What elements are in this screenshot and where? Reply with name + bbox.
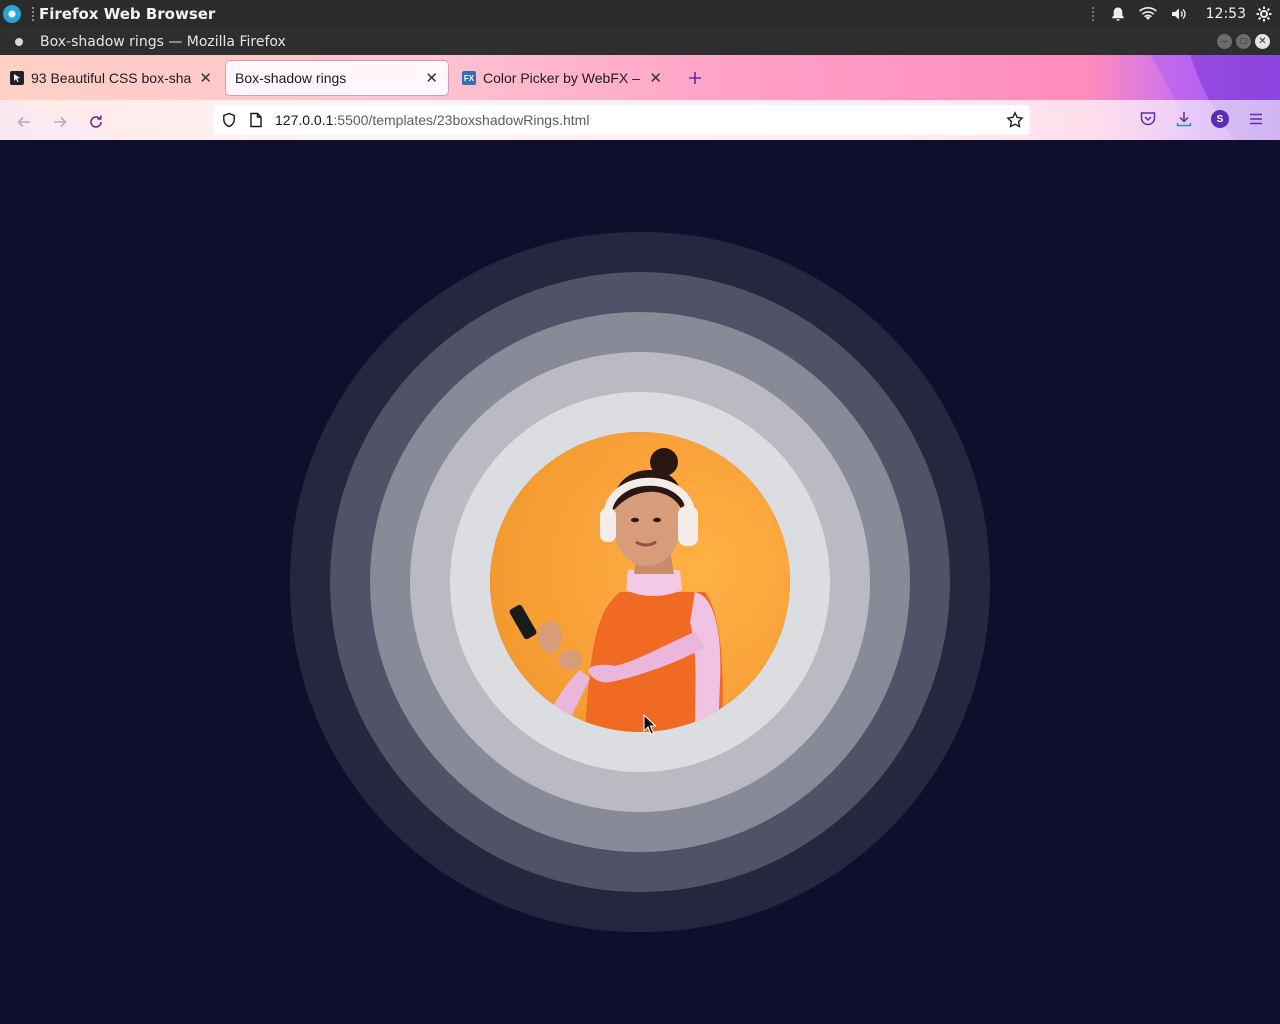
clock[interactable]: 12:53 — [1206, 6, 1246, 22]
forward-button[interactable] — [48, 110, 72, 134]
window-menu-dot[interactable] — [15, 37, 23, 46]
reload-button[interactable] — [84, 110, 108, 134]
tab-label: 93 Beautiful CSS box-sha — [31, 70, 192, 86]
tab-css-box-shadow[interactable]: 93 Beautiful CSS box-sha ✕ — [0, 61, 218, 95]
account-avatar[interactable]: S — [1211, 110, 1229, 128]
pocket-icon[interactable] — [1139, 110, 1157, 128]
settings-icon[interactable] — [1256, 6, 1272, 22]
tab-box-shadow-rings[interactable]: Box-shadow rings ✕ — [226, 61, 448, 95]
hamburger-menu-icon[interactable] — [1248, 111, 1264, 127]
cursor-favicon-icon — [10, 71, 24, 85]
tab-close-icon[interactable]: ✕ — [649, 69, 662, 87]
tab-label: Box-shadow rings — [235, 70, 347, 86]
url-host: 127.0.0.1 — [275, 112, 334, 128]
system-tray: 12:53 — [1080, 0, 1280, 28]
minimize-button[interactable]: – — [1217, 34, 1232, 49]
url-path: :5500/templates/23boxshadowRings.html — [333, 112, 590, 128]
back-button[interactable] — [12, 110, 36, 134]
maximize-button[interactable]: □ — [1236, 34, 1251, 49]
new-tab-button[interactable] — [684, 67, 706, 89]
account-initial: S — [1216, 113, 1224, 125]
profile-photo — [509, 448, 723, 732]
system-top-panel: Firefox Web Browser 12:53 — [0, 0, 1280, 28]
url-bar[interactable]: 127.0.0.1:5500/templates/23boxshadowRing… — [213, 105, 1030, 135]
tab-close-icon[interactable]: ✕ — [425, 69, 438, 87]
firefox-app-icon[interactable] — [3, 5, 21, 23]
window-titlebar[interactable]: Box-shadow rings — Mozilla Firefox – □ ✕ — [0, 28, 1280, 55]
downloads-icon[interactable] — [1175, 110, 1193, 128]
tab-label: Color Picker by WebFX – — [483, 70, 640, 86]
box-shadow-rings — [490, 432, 790, 732]
volume-icon[interactable] — [1170, 6, 1188, 22]
plus-icon — [689, 72, 701, 84]
active-app-name[interactable]: Firefox Web Browser — [39, 5, 215, 23]
notifications-icon[interactable] — [1110, 6, 1126, 22]
window-controls: – □ ✕ — [1217, 34, 1270, 49]
shield-icon[interactable] — [221, 112, 237, 128]
url-text[interactable]: 127.0.0.1:5500/templates/23boxshadowRing… — [275, 112, 589, 128]
tab-color-picker[interactable]: FX Color Picker by WebFX – ✕ — [452, 61, 670, 95]
window-title: Box-shadow rings — Mozilla Firefox — [40, 33, 286, 50]
browser-chrome: 93 Beautiful CSS box-sha ✕ Box-shadow ri… — [0, 55, 1280, 140]
forward-arrow-icon — [54, 116, 67, 128]
page-content — [0, 140, 1280, 1024]
panel-separator — [32, 7, 35, 21]
fx-favicon-icon: FX — [462, 71, 476, 85]
reload-icon — [90, 115, 102, 128]
tab-close-icon[interactable]: ✕ — [199, 69, 212, 87]
close-window-button[interactable]: ✕ — [1255, 34, 1270, 49]
tray-separator — [1091, 7, 1094, 21]
page-info-icon[interactable] — [249, 112, 263, 128]
bookmark-star-icon[interactable] — [1006, 111, 1024, 129]
mouse-cursor — [643, 714, 657, 735]
back-arrow-icon — [17, 116, 30, 128]
wifi-icon[interactable] — [1138, 6, 1158, 22]
